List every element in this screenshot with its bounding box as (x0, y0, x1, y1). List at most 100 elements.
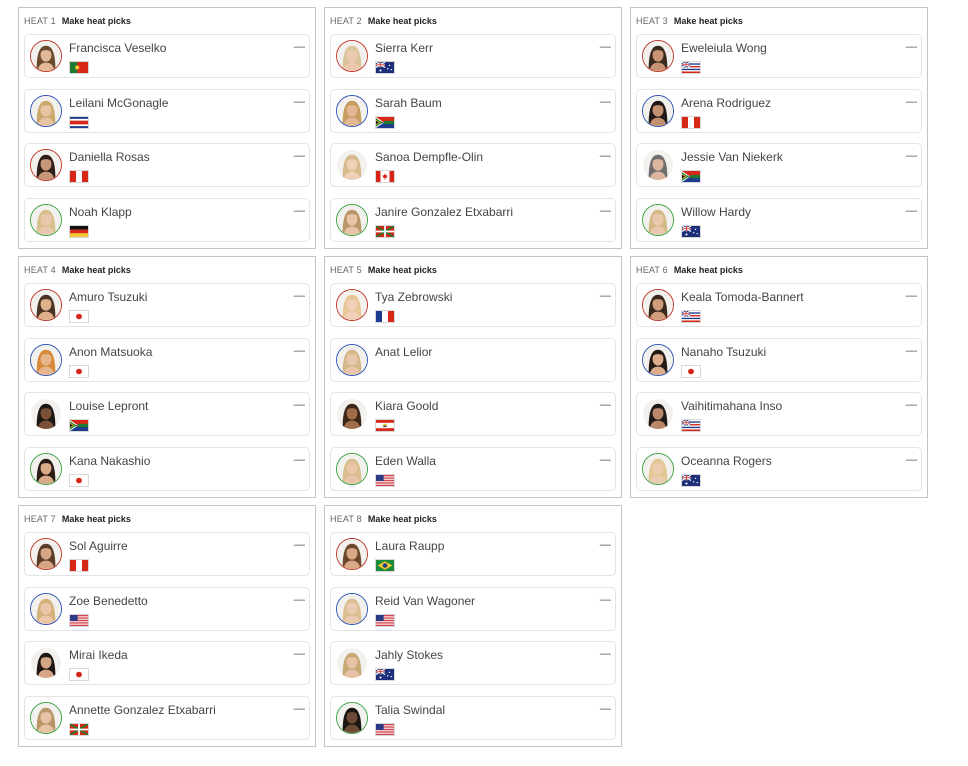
germany-flag (69, 225, 89, 238)
japan-flag (681, 365, 701, 378)
surfer-avatar (642, 204, 674, 236)
surfer-name: Francisca Veselko (69, 41, 167, 55)
heat-header: HEAT 2 Make heat picks (330, 16, 437, 27)
surfer-score: –– (293, 150, 305, 162)
surfer-name: Janire Gonzalez Etxabarri (375, 205, 514, 219)
surfer-card[interactable]: Noah Klapp –– (24, 198, 310, 242)
surfer-card[interactable]: Leilani McGonagle –– (24, 89, 310, 133)
make-heat-picks-link[interactable]: Make heat picks (62, 265, 131, 275)
surfer-name: Eden Walla (375, 454, 436, 468)
make-heat-picks-link[interactable]: Make heat picks (674, 265, 743, 275)
surfer-card[interactable]: Kiara Goold –– (330, 392, 616, 436)
heat-label: HEAT 2 (330, 16, 362, 26)
heat-card: HEAT 8 Make heat picks Laura Raupp –– Reid V… (324, 505, 622, 747)
surfer-score: –– (293, 594, 305, 606)
heat-card: HEAT 1 Make heat picks Francisca Veselko ––… (18, 7, 316, 249)
surfer-score: –– (293, 41, 305, 53)
make-heat-picks-link[interactable]: Make heat picks (368, 514, 437, 524)
surfer-card[interactable]: Sarah Baum –– (330, 89, 616, 133)
surfer-card[interactable]: Tya Zebrowski –– (330, 283, 616, 327)
surfer-card[interactable]: Sol Aguirre –– (24, 532, 310, 576)
surfer-avatar (336, 538, 368, 570)
heat-label: HEAT 4 (24, 265, 56, 275)
heat-header: HEAT 3 Make heat picks (636, 16, 743, 27)
heat-header: HEAT 1 Make heat picks (24, 16, 131, 27)
surfer-score: –– (905, 399, 917, 411)
surfer-card[interactable]: Kana Nakashio –– (24, 447, 310, 491)
surfer-card[interactable]: Francisca Veselko –– (24, 34, 310, 78)
surfer-card[interactable]: Annette Gonzalez Etxabarri –– (24, 696, 310, 740)
surfer-avatar (336, 204, 368, 236)
surfer-card[interactable]: Louise Lepront –– (24, 392, 310, 436)
surfer-card[interactable]: Eden Walla –– (330, 447, 616, 491)
surfer-avatar (336, 702, 368, 734)
surfer-name: Vaihitimahana Inso (681, 399, 783, 413)
surfer-score: –– (599, 290, 611, 302)
surfer-name: Leilani McGonagle (69, 96, 169, 110)
surfer-card[interactable]: Vaihitimahana Inso –– (636, 392, 922, 436)
surfer-card[interactable]: Oceanna Rogers –– (636, 447, 922, 491)
surfer-name: Eweleiula Wong (681, 41, 767, 55)
surfer-card[interactable]: Daniella Rosas –– (24, 143, 310, 187)
basque-flag (375, 225, 395, 238)
make-heat-picks-link[interactable]: Make heat picks (368, 265, 437, 275)
surfer-score: –– (293, 539, 305, 551)
surfer-card[interactable]: Janire Gonzalez Etxabarri –– (330, 198, 616, 242)
surfer-avatar (642, 344, 674, 376)
surfer-card[interactable]: Mirai Ikeda –– (24, 641, 310, 685)
surfer-score: –– (905, 41, 917, 53)
japan-flag (69, 310, 89, 323)
surfer-card[interactable]: Jahly Stokes –– (330, 641, 616, 685)
surfer-avatar (642, 398, 674, 430)
australia-flag (681, 474, 701, 487)
surfer-card[interactable]: Laura Raupp –– (330, 532, 616, 576)
surfer-card[interactable]: Talia Swindal –– (330, 696, 616, 740)
heat-label: HEAT 7 (24, 514, 56, 524)
surfer-card[interactable]: Anat Lelior (330, 338, 616, 382)
surfer-name: Talia Swindal (375, 703, 446, 717)
surfer-score: –– (599, 150, 611, 162)
surfer-avatar (336, 289, 368, 321)
japan-flag (69, 474, 89, 487)
heat-card: HEAT 3 Make heat picks Eweleiula Wong –– Are… (630, 7, 928, 249)
surfer-card[interactable]: Eweleiula Wong –– (636, 34, 922, 78)
heat-label: HEAT 8 (330, 514, 362, 524)
surfer-avatar (30, 289, 62, 321)
make-heat-picks-link[interactable]: Make heat picks (62, 514, 131, 524)
surfer-avatar (336, 453, 368, 485)
surfer-card[interactable]: Anon Matsuoka –– (24, 338, 310, 382)
surfer-score: –– (905, 150, 917, 162)
surfer-card[interactable]: Zoe Benedetto –– (24, 587, 310, 631)
make-heat-picks-link[interactable]: Make heat picks (62, 16, 131, 26)
surfer-card[interactable]: Keala Tomoda-Bannert –– (636, 283, 922, 327)
surfer-name: Reid Van Wagoner (375, 594, 476, 608)
surfer-name: Sanoa Dempfle-Olin (375, 150, 484, 164)
surfer-avatar (30, 538, 62, 570)
surfer-avatar (30, 647, 62, 679)
make-heat-picks-link[interactable]: Make heat picks (368, 16, 437, 26)
heat-label: HEAT 5 (330, 265, 362, 275)
make-heat-picks-link[interactable]: Make heat picks (674, 16, 743, 26)
surfer-name: Jessie Van Niekerk (681, 150, 783, 164)
surfer-card[interactable]: Sanoa Dempfle-Olin –– (330, 143, 616, 187)
portugal-flag (69, 61, 89, 74)
surfer-card[interactable]: Sierra Kerr –– (330, 34, 616, 78)
surfer-score: –– (293, 345, 305, 357)
surfer-card[interactable]: Jessie Van Niekerk –– (636, 143, 922, 187)
surfer-score: –– (905, 96, 917, 108)
surfer-card[interactable]: Amuro Tsuzuki –– (24, 283, 310, 327)
hawaii-flag (681, 419, 701, 432)
surfer-avatar (30, 344, 62, 376)
south-africa-flag (375, 116, 395, 129)
heat-header: HEAT 5 Make heat picks (330, 265, 437, 276)
heat-card: HEAT 6 Make heat picks Keala Tomoda-Banner… (630, 256, 928, 498)
french-polynesia-flag (375, 419, 395, 432)
surfer-card[interactable]: Willow Hardy –– (636, 198, 922, 242)
surfer-avatar (30, 593, 62, 625)
france-flag (375, 310, 395, 323)
surfer-avatar (336, 95, 368, 127)
surfer-card[interactable]: Nanaho Tsuzuki –– (636, 338, 922, 382)
surfer-card[interactable]: Arena Rodriguez –– (636, 89, 922, 133)
surfer-avatar (336, 40, 368, 72)
surfer-card[interactable]: Reid Van Wagoner –– (330, 587, 616, 631)
